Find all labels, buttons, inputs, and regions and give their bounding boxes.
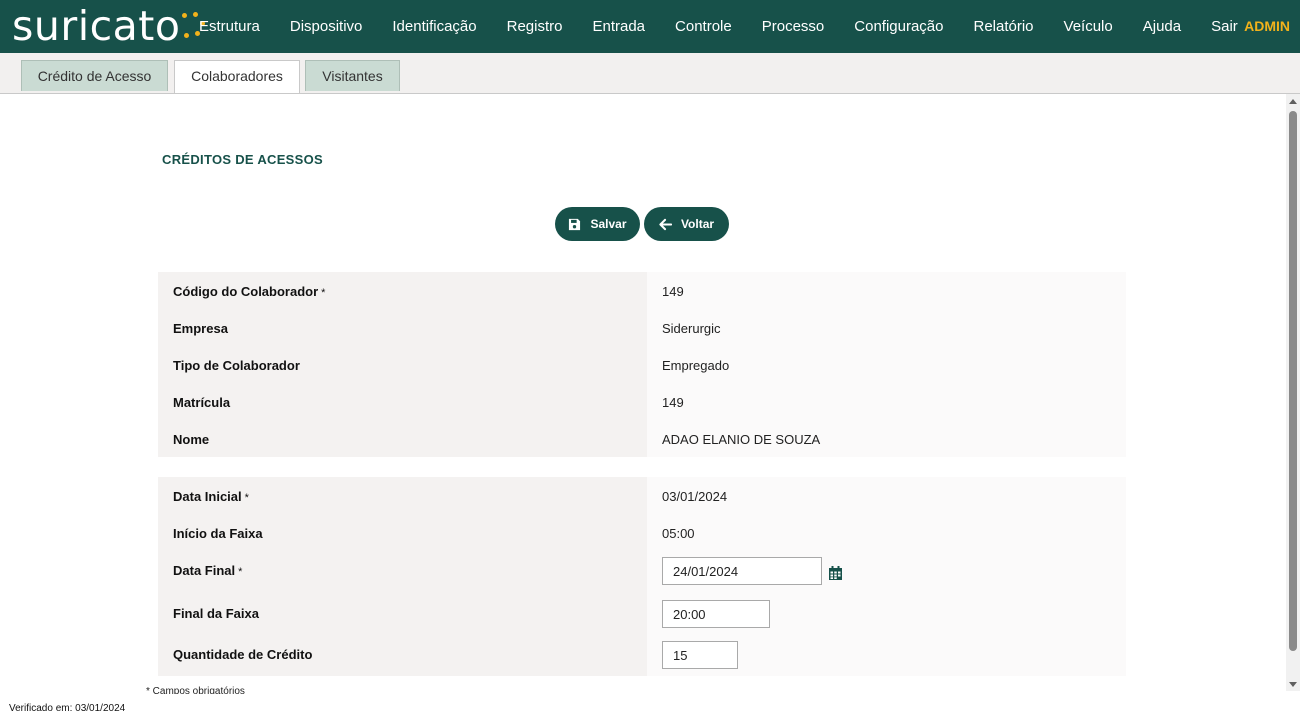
menu-registro[interactable]: Registro — [492, 18, 578, 35]
codigo-value: 149 — [662, 284, 684, 299]
data-final-label: Data Final * — [173, 563, 243, 578]
data-inicial-value: 03/01/2024 — [662, 489, 728, 504]
row-empresa: Empresa Siderurgic — [158, 309, 1126, 346]
arrow-left-icon — [659, 218, 672, 230]
save-button[interactable]: Salvar — [555, 207, 640, 241]
codigo-label: Código do Colaborador * — [173, 284, 326, 299]
final-faixa-label: Final da Faixa — [173, 606, 259, 621]
collaborator-info-panel: Código do Colaborador * 149 Empresa Sider… — [158, 272, 1126, 457]
matricula-value: 149 — [662, 395, 684, 410]
tab-bar: Crédito de Acesso Colaboradores Visitant… — [0, 53, 1300, 94]
menu-dispositivo[interactable]: Dispositivo — [275, 18, 378, 35]
user-name[interactable]: ADMIN — [1244, 18, 1290, 34]
inicio-faixa-value: 05:00 — [662, 526, 695, 541]
top-navbar: suricato Estrutura Dispositivo Identific… — [0, 0, 1300, 53]
menu-configuracao[interactable]: Configuração — [839, 18, 958, 35]
nome-value: ADAO ELANIO DE SOUZA — [662, 432, 821, 447]
scroll-up-arrow-icon[interactable] — [1289, 99, 1297, 104]
quantidade-label: Quantidade de Crédito — [173, 647, 313, 662]
data-inicial-label: Data Inicial * — [173, 489, 249, 504]
required-mark: * — [238, 566, 243, 578]
menu-identificacao[interactable]: Identificação — [377, 18, 491, 35]
verified-date: Verificado em: 03/01/2024 — [9, 703, 126, 714]
menu-veiculo[interactable]: Veículo — [1049, 18, 1128, 35]
page-title: CRÉDITOS DE ACESSOS — [162, 152, 324, 167]
row-matricula: Matrícula 149 — [158, 383, 1126, 420]
tab-credito-de-acesso[interactable]: Crédito de Acesso — [21, 60, 168, 91]
tipo-value: Empregado — [662, 358, 730, 373]
floppy-disk-icon — [569, 218, 581, 230]
main-content: CRÉDITOS DE ACESSOS Salvar Voltar Código… — [0, 94, 1286, 694]
scrollbar-thumb[interactable] — [1289, 111, 1297, 651]
required-mark: * — [321, 287, 326, 299]
save-label: Salvar — [590, 217, 627, 231]
quantidade-input[interactable] — [662, 641, 738, 669]
menu-entrada[interactable]: Entrada — [577, 18, 660, 35]
data-final-input[interactable] — [662, 557, 822, 585]
menu-processo[interactable]: Processo — [747, 18, 840, 35]
tab-visitantes[interactable]: Visitantes — [305, 60, 400, 91]
menu-ajuda[interactable]: Ajuda — [1128, 18, 1196, 35]
empresa-value: Siderurgic — [662, 321, 721, 336]
row-inicio-faixa: Início da Faixa 05:00 — [158, 514, 1126, 551]
back-button[interactable]: Voltar — [644, 207, 729, 241]
vertical-scrollbar[interactable] — [1286, 94, 1300, 691]
empresa-label: Empresa — [173, 321, 228, 336]
row-nome: Nome ADAO ELANIO DE SOUZA — [158, 420, 1126, 457]
back-label: Voltar — [680, 217, 715, 231]
tab-colaboradores[interactable]: Colaboradores — [174, 60, 300, 93]
row-codigo: Código do Colaborador * 149 — [158, 272, 1126, 309]
nome-label: Nome — [173, 432, 210, 447]
required-mark: * — [244, 492, 249, 504]
menu-controle[interactable]: Controle — [660, 18, 747, 35]
scroll-down-arrow-icon[interactable] — [1289, 682, 1297, 687]
calendar-icon[interactable] — [829, 566, 842, 580]
required-fields-note: * Campos obrigatórios — [146, 686, 245, 694]
inicio-faixa-label: Início da Faixa — [173, 526, 263, 541]
main-menu: Estrutura Dispositivo Identificação Regi… — [184, 0, 1253, 53]
row-final-faixa: Final da Faixa — [158, 594, 1126, 635]
menu-estrutura[interactable]: Estrutura — [184, 18, 275, 35]
row-data-inicial: Data Inicial * 03/01/2024 — [158, 477, 1126, 514]
logo-text: suricato — [12, 1, 181, 50]
credit-panel: Data Inicial * 03/01/2024 Início da Faixa… — [158, 477, 1126, 676]
menu-relatorio[interactable]: Relatório — [959, 18, 1049, 35]
suricato-logo[interactable]: suricato — [12, 2, 208, 50]
row-quantidade: Quantidade de Crédito — [158, 635, 1126, 676]
matricula-label: Matrícula — [173, 395, 231, 410]
final-faixa-input[interactable] — [662, 600, 770, 628]
row-tipo: Tipo de Colaborador Empregado — [158, 346, 1126, 383]
row-data-final: Data Final * — [158, 551, 1126, 594]
tipo-label: Tipo de Colaborador — [173, 358, 300, 373]
